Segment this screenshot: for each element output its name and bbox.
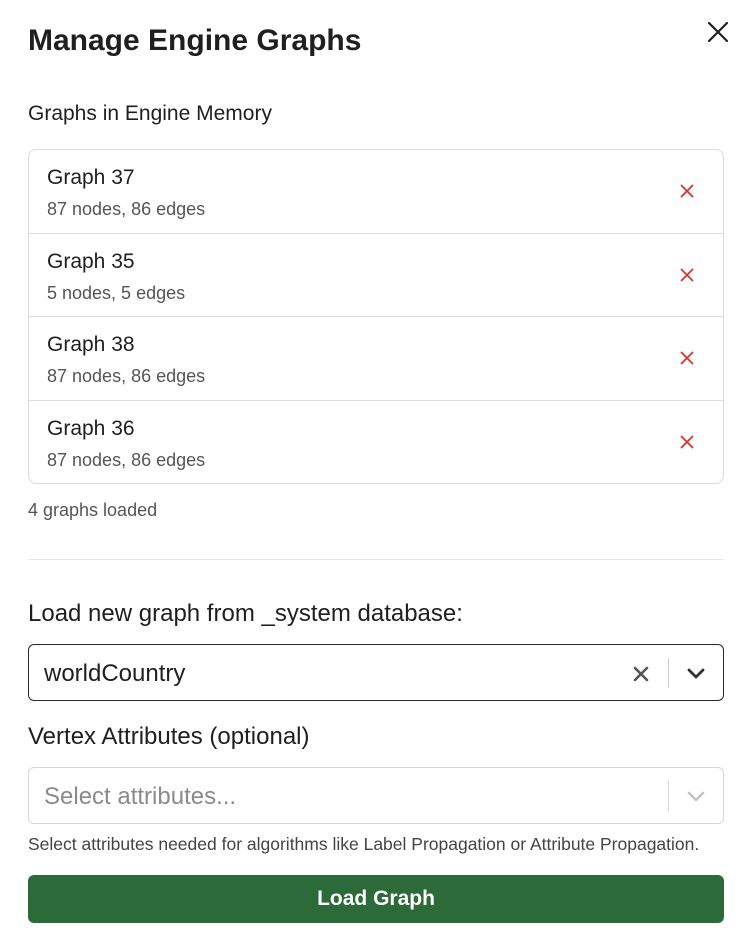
clear-selection-button[interactable] — [629, 662, 653, 686]
graph-stats: 5 nodes, 5 edges — [47, 282, 186, 303]
close-icon — [707, 21, 729, 43]
graph-name: Graph 35 — [47, 249, 135, 273]
x-icon — [680, 268, 694, 281]
graph-list-item: Graph 38 87 nodes, 86 edges — [29, 317, 723, 401]
attributes-placeholder: Select attributes... — [44, 783, 237, 810]
x-icon — [680, 435, 694, 448]
load-graph-label: Load new graph from _system database: — [28, 600, 463, 627]
graph-stats: 87 nodes, 86 edges — [47, 199, 206, 219]
graph-stats: 87 nodes, 86 edges — [47, 449, 206, 470]
graphs-in-memory-label: Graphs in Engine Memory — [28, 102, 272, 125]
remove-graph-button[interactable] — [677, 432, 697, 452]
chevron-down-icon — [687, 791, 705, 802]
x-icon — [680, 184, 694, 198]
clear-icon — [633, 666, 649, 682]
attributes-dropdown-button[interactable] — [683, 785, 709, 809]
graph-select-value: worldCountry — [44, 660, 186, 687]
select-separator — [668, 658, 669, 688]
remove-graph-button[interactable] — [677, 265, 697, 285]
vertex-attributes-select[interactable]: Select attributes... — [28, 767, 724, 824]
graph-select[interactable]: worldCountry — [28, 644, 724, 701]
graph-list-item: Graph 36 87 nodes, 86 edges — [29, 401, 723, 484]
x-icon — [680, 351, 694, 365]
graph-list: Graph 37 87 nodes, 86 edges Graph 35 5 n… — [28, 149, 724, 484]
select-separator — [668, 780, 669, 812]
remove-graph-button[interactable] — [677, 348, 697, 368]
modal-title: Manage Engine Graphs — [28, 24, 362, 57]
graph-name: Graph 37 — [47, 166, 135, 189]
graph-name: Graph 38 — [47, 333, 135, 356]
attributes-help-text: Select attributes needed for algorithms … — [28, 834, 700, 854]
graph-list-item: Graph 35 5 nodes, 5 edges — [29, 234, 723, 317]
graph-name: Graph 36 — [47, 416, 135, 440]
chevron-down-icon — [687, 668, 705, 679]
vertex-attributes-label: Vertex Attributes (optional) — [28, 723, 310, 750]
section-divider — [28, 559, 724, 560]
manage-graphs-modal: Manage Engine Graphs Graphs in Engine Me… — [0, 0, 752, 952]
graphs-loaded-count: 4 graphs loaded — [28, 500, 158, 520]
load-graph-button[interactable]: Load Graph — [28, 875, 724, 923]
close-button[interactable] — [704, 18, 732, 46]
graph-list-item: Graph 37 87 nodes, 86 edges — [29, 150, 723, 234]
graph-select-dropdown-button[interactable] — [683, 662, 709, 686]
graph-stats: 87 nodes, 86 edges — [47, 366, 206, 386]
remove-graph-button[interactable] — [677, 181, 697, 201]
